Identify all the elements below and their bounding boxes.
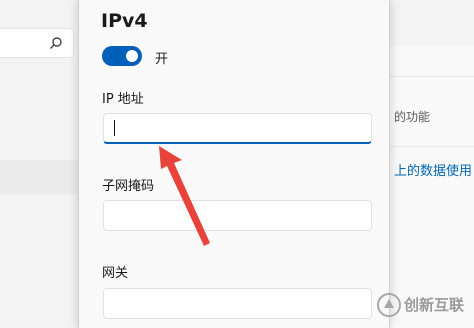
search-icon [50,37,62,49]
background-right-panel: 的功能 上的数据使用 [390,0,474,328]
dialog-title: IPv4 [101,10,148,32]
ip-address-label: IP 地址 [102,92,144,107]
selected-nav-band[interactable] [0,160,78,194]
text-caret [114,120,115,136]
divider [390,76,474,77]
divider [390,146,474,147]
toggle-label: 开 [155,52,169,67]
toggle-knob [126,50,138,62]
background-left-panel [0,0,78,328]
gateway-label: 网关 [102,266,129,281]
subnet-mask-label: 子网掩码 [102,179,155,194]
data-usage-link[interactable]: 上的数据使用 [394,160,472,179]
watermark-text: 创新互联 [404,296,465,314]
ipv4-toggle[interactable] [102,46,142,66]
gateway-input[interactable] [103,288,372,319]
ipv4-settings-dialog: IPv4 开 IP 地址 子网掩码 网关 [78,0,390,328]
ip-address-input[interactable] [103,113,372,144]
background-right-top [390,0,474,46]
watermark-logo [377,293,401,317]
search-box[interactable] [0,28,74,58]
background-text: 的功能 [394,110,431,124]
subnet-mask-input[interactable] [103,200,372,231]
watermark: 创新互联 [372,286,474,328]
